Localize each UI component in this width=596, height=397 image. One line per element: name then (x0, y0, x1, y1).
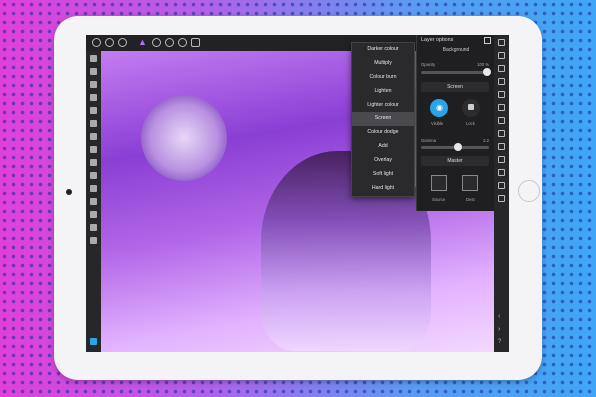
blend-mode-item[interactable]: Overlay (352, 154, 414, 168)
more-icon[interactable] (118, 38, 127, 47)
selection-brush-icon[interactable] (90, 120, 97, 127)
edit-icon[interactable] (484, 37, 491, 44)
left-toolbar (86, 51, 101, 352)
front-camera (66, 189, 72, 195)
layer-name: Background (442, 47, 470, 53)
source-label: Source (432, 197, 446, 202)
chevron-right-icon[interactable]: › (498, 326, 500, 333)
swatches-icon[interactable] (498, 143, 505, 150)
brushes-icon[interactable] (498, 78, 505, 85)
home-button[interactable] (518, 180, 540, 202)
gamma-slider-knob[interactable] (454, 143, 462, 151)
blend-mode-dropdown[interactable]: Darker colour Multiply Colour burn Light… (351, 42, 415, 197)
navigator-icon[interactable] (498, 156, 505, 163)
crop-tool-icon[interactable] (90, 94, 97, 101)
right-studio-bar: ‹ › ? (494, 35, 509, 352)
visible-label: Visible (431, 121, 444, 126)
lock-icon (468, 104, 474, 110)
channels-icon[interactable] (498, 91, 505, 98)
move-tool-icon[interactable] (90, 68, 97, 75)
blend-mode-item[interactable]: Add (352, 140, 414, 154)
gamma-slider[interactable] (421, 143, 489, 151)
document-icon[interactable] (105, 38, 114, 47)
hand-tool-icon[interactable] (90, 55, 97, 62)
source-range-box[interactable] (431, 175, 447, 191)
blend-mode-item[interactable]: Hard light (352, 182, 414, 196)
dest-label: Dest (466, 197, 475, 202)
dodge-tool-icon[interactable] (90, 159, 97, 166)
fill-tool-icon[interactable] (90, 107, 97, 114)
filters-icon[interactable] (498, 104, 505, 111)
layer-options-panel: Layer options Background Opacity 100 % S… (416, 35, 495, 211)
export-icon[interactable] (191, 38, 200, 47)
blend-mode-item[interactable]: Lighten (352, 85, 414, 99)
channel-select[interactable]: Master (421, 156, 489, 166)
opacity-label: Opacity (421, 62, 436, 67)
stock-icon[interactable] (498, 182, 505, 189)
chevron-left-icon[interactable]: ‹ (498, 313, 500, 320)
styles-icon[interactable] (498, 130, 505, 137)
dest-range-box[interactable] (462, 175, 478, 191)
smudge-tool-icon[interactable] (90, 172, 97, 179)
gamma-label: Gamma (421, 138, 436, 143)
app-screen: ▲ Darker colour Multiply Colour burn Lig… (86, 35, 509, 352)
back-icon[interactable] (92, 38, 101, 47)
hat-in-photo (141, 95, 227, 181)
text-tool-icon[interactable] (90, 237, 97, 244)
photo-persona-icon[interactable]: ▲ (138, 37, 147, 48)
gamma-value: 2.2 (483, 138, 489, 143)
color-swatch-icon[interactable] (90, 338, 97, 345)
clone-tool-icon[interactable] (90, 185, 97, 192)
blend-mode-item[interactable]: Darker colour (352, 43, 414, 57)
blend-mode-item[interactable]: Soft light (352, 168, 414, 182)
tone-mapping-icon[interactable] (178, 38, 187, 47)
color-picker-icon[interactable] (90, 211, 97, 218)
macro-icon[interactable] (498, 195, 505, 202)
blend-mode-item-selected[interactable]: Screen (352, 112, 414, 127)
blend-mode-item[interactable]: Colour dodge (352, 126, 414, 140)
opacity-slider-knob[interactable] (483, 68, 491, 76)
blend-mode-item[interactable]: Colour burn (352, 71, 414, 85)
lock-label: Lock (466, 121, 475, 126)
brush-tool-icon[interactable] (90, 81, 97, 88)
transform-icon[interactable] (498, 169, 505, 176)
shape-tool-icon[interactable] (90, 224, 97, 231)
opacity-value: 100 % (477, 62, 489, 67)
panel-title: Layer options (421, 37, 454, 43)
develop-persona-icon[interactable] (165, 38, 174, 47)
blend-mode-item[interactable]: Lighter colour (352, 99, 414, 113)
effects-icon[interactable] (498, 117, 505, 124)
paint-brush-icon[interactable] (90, 133, 97, 140)
pen-tool-icon[interactable] (90, 198, 97, 205)
opacity-slider[interactable] (421, 68, 491, 76)
history-icon[interactable] (498, 39, 505, 46)
help-icon[interactable]: ? (498, 339, 501, 345)
blend-mode-select[interactable]: Screen (421, 82, 489, 92)
eraser-tool-icon[interactable] (90, 146, 97, 153)
adjustments-icon[interactable] (498, 65, 505, 72)
eye-icon: ◉ (436, 103, 443, 112)
blend-mode-item[interactable]: Multiply (352, 57, 414, 71)
liquify-persona-icon[interactable] (152, 38, 161, 47)
layers-icon[interactable] (498, 52, 505, 59)
